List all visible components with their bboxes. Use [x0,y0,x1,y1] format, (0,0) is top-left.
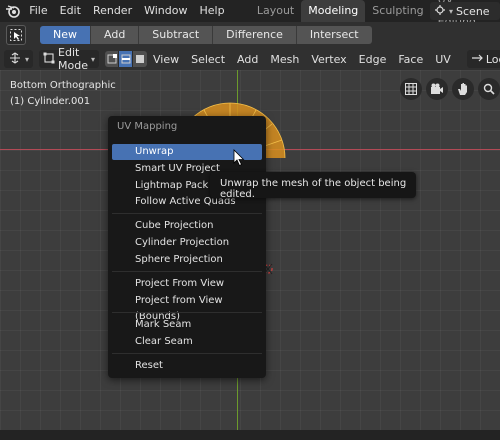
tab-sculpting[interactable]: Sculpting [365,0,430,22]
scene-icon [434,4,446,19]
tool-settings-bar: New Add Subtract Difference Intersect [0,22,500,48]
menu-separator [112,271,262,272]
bool-intersect-button[interactable]: Intersect [296,26,372,44]
menu-mesh[interactable]: Mesh [264,53,305,66]
uv-menu-title: UV Mapping [117,121,178,132]
menu-item-project-from-view[interactable]: Project From View [112,276,262,292]
unwrap-tooltip: Unwrap the mesh of the object being edit… [210,172,416,200]
bool-subtract-button[interactable]: Subtract [139,26,214,44]
menu-vertex[interactable]: Vertex [305,53,352,66]
orientation-label: Loc [485,52,500,66]
menu-window[interactable]: Window [138,0,193,22]
chevron-down-icon: ▾ [90,54,95,64]
view-name: Bottom Orthographic [10,80,116,91]
edge-select-icon[interactable] [119,51,133,67]
tab-modeling[interactable]: Modeling [301,0,366,22]
zoom-icon[interactable] [478,78,500,100]
menu-render[interactable]: Render [87,0,138,22]
menu-separator [112,353,262,354]
viewport-header: ▾ Edit Mode ▾ View Select Add Mesh Verte… [0,46,500,72]
mode-label: Edit Mode [58,46,88,72]
menu-item-sphere-projection[interactable]: Sphere Projection [112,252,262,268]
transform-orientation-dropdown[interactable]: Loc [466,50,500,68]
navigation-gizmos [400,78,500,100]
bool-new-button[interactable]: New [40,26,91,44]
menu-item-clear-seam[interactable]: Clear Seam [112,334,262,350]
menu-select[interactable]: Select [185,53,231,66]
grid-view-icon[interactable] [400,78,422,100]
tab-layout[interactable]: Layout [250,0,301,22]
select-cursor-icon[interactable] [6,25,26,45]
menu-item-project-from-view-bounds[interactable]: Project from View (Bounds) [112,293,262,322]
menu-help[interactable]: Help [193,0,230,22]
scene-selector[interactable]: ▾ Scene [430,2,500,20]
chevron-down-icon: ▾ [449,6,454,16]
status-bar [0,430,500,440]
menu-item-cube-projection[interactable]: Cube Projection [112,218,262,234]
bool-difference-button[interactable]: Difference [213,26,297,44]
top-menu-bar: File Edit Render Window Help Layout Mode… [0,0,500,28]
object-name: (1) Cylinder.001 [10,96,91,107]
menu-item-reset[interactable]: Reset [112,358,262,374]
edit-mode-icon [43,52,55,67]
menu-face[interactable]: Face [392,53,429,66]
mode-dropdown[interactable]: Edit Mode ▾ [39,46,99,72]
menu-item-mark-seam[interactable]: Mark Seam [112,317,262,333]
menu-view[interactable]: View [147,53,185,66]
menu-add[interactable]: Add [231,53,264,66]
orientation-icon [471,53,483,66]
viewport-info: Bottom Orthographic (1) Cylinder.001 [10,78,116,110]
select-mode-group [105,51,147,67]
vertex-select-icon[interactable] [105,51,119,67]
chevron-down-icon: ▾ [25,54,30,64]
menu-edit[interactable]: Edit [54,0,87,22]
transform-pivot-icon [8,51,22,67]
blender-logo-icon[interactable] [2,0,23,22]
menu-separator [112,312,262,313]
scene-label: Scene [456,4,490,18]
menu-uv[interactable]: UV [429,53,457,66]
menu-separator [112,213,262,214]
menu-edge[interactable]: Edge [353,53,393,66]
menu-item-cylinder-projection[interactable]: Cylinder Projection [112,235,262,251]
camera-icon[interactable] [426,78,448,100]
hand-pan-icon[interactable] [452,78,474,100]
menu-file[interactable]: File [23,0,53,22]
face-select-icon[interactable] [133,51,147,67]
mouse-cursor-icon [233,149,245,167]
bool-add-button[interactable]: Add [91,26,140,44]
transform-pivot-dropdown[interactable]: ▾ [4,50,34,68]
